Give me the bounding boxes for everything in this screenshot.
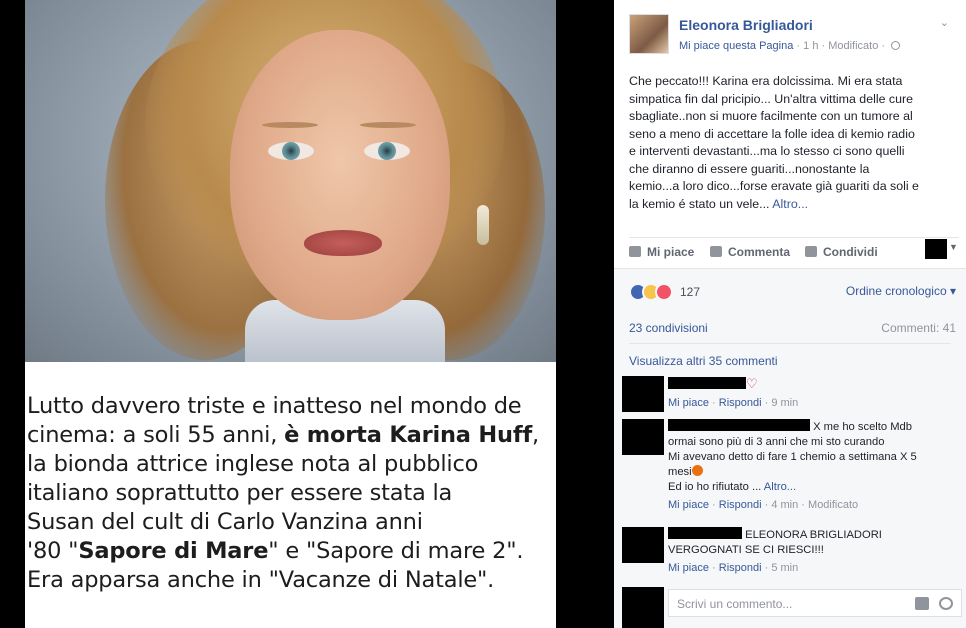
angry-emoji-icon [691,465,703,476]
comment-input[interactable]: Scrivi un commento... [668,589,962,617]
reactions-count: 127 [680,285,701,299]
post-actions: Mi piace Commenta Condividi ▼ [629,237,959,265]
author-name[interactable]: Eleonora Brigliadori [679,17,813,33]
like-button[interactable]: Mi piace [629,245,694,259]
caption-line: italiano soprattutto per essere stata la [27,480,453,506]
caption-line: Era apparsa anche in "Vacanze di Natale"… [27,567,495,593]
caption-line: '80 "Sapore di Mare" e "Sapore di mare 2… [27,538,524,564]
chevron-down-icon: ▾ [949,284,956,298]
commenter-name[interactable] [668,527,742,539]
comment-see-more-link[interactable]: Altro... [764,481,796,493]
comment-like-link[interactable]: Mi piace [668,499,709,511]
shares-link[interactable]: 23 condivisioni [629,321,708,335]
comment-time[interactable]: 5 min [771,562,798,574]
commenter-name[interactable] [668,377,746,389]
caption-line: la bionda attrice inglese nota al pubbli… [27,451,479,477]
comment-edited-label[interactable]: Modificato [808,499,858,511]
camera-icon[interactable] [915,597,929,610]
post-meta: Mi piace questa Pagina · 1 h · Modificat… [679,40,901,52]
author-avatar[interactable] [629,14,669,54]
share-as-menu[interactable]: ▼ [925,239,959,259]
love-reaction-icon [655,283,673,301]
feedback-area: 127 Ordine cronologico ▾ 23 condivisioni… [614,268,966,628]
commenter-avatar[interactable] [622,527,664,563]
comment-order-dropdown[interactable]: Ordine cronologico ▾ [846,284,956,298]
like-icon [629,246,641,257]
actress-portrait-image [25,0,556,362]
photo-caption: Lutto davvero triste e inatteso nel mond… [27,392,556,595]
chevron-down-icon[interactable]: ⌄ [940,16,949,29]
caption-line: cinema: a soli 55 anni, è morta Karina H… [27,422,539,448]
comments-count: Commenti: 41 [881,321,956,335]
comment-reply-link[interactable]: Rispondi [719,562,762,574]
globe-icon [891,41,901,50]
post-panel: Eleonora Brigliadori Mi piace questa Pag… [614,0,966,628]
comment-composer: Scrivi un commento... [622,587,962,628]
comment-like-link[interactable]: Mi piace [668,562,709,574]
commenter-name[interactable] [668,419,810,431]
emoji-icon[interactable] [939,597,953,610]
commenter-avatar[interactable] [622,376,664,412]
comment-actions: Mi piace · Rispondi · 4 min · Modificato [668,499,859,511]
chevron-down-icon: ▼ [949,242,958,252]
like-page-link[interactable]: Mi piace questa Pagina [679,40,793,52]
share-icon [805,246,817,257]
comment-actions: Mi piace · Rispondi · 5 min [668,562,799,574]
see-more-link[interactable]: Altro... [772,197,808,211]
edited-label[interactable]: Modificato [828,40,878,52]
comment-reply-link[interactable]: Rispondi [719,499,762,511]
caption-line: Susan del cult di Carlo Vanzina anni [27,509,423,535]
comment-reply-link[interactable]: Rispondi [719,397,762,409]
heart-icon: ♡ [746,376,758,391]
divider [629,343,951,344]
shared-photo-card[interactable]: Lutto davvero triste e inatteso nel mond… [25,0,556,628]
commenter-avatar[interactable] [622,419,664,455]
view-more-comments-link[interactable]: Visualizza altri 35 commenti [629,354,778,368]
comment-actions: Mi piace · Rispondi · 9 min [668,397,799,409]
comment-time[interactable]: 9 min [771,397,798,409]
caption-line: Lutto davvero triste e inatteso nel mond… [27,393,522,419]
post-time[interactable]: 1 h [803,40,818,52]
comment-time[interactable]: 4 min [771,499,798,511]
comment-like-link[interactable]: Mi piace [668,397,709,409]
post-header: Eleonora Brigliadori Mi piace questa Pag… [629,14,959,56]
comment-icon [710,246,722,257]
share-button[interactable]: Condividi [805,245,878,259]
photo-viewer: Lutto davvero triste e inatteso nel mond… [0,0,614,628]
current-user-avatar [622,587,664,628]
post-text: Che peccato!!! Karina era dolcissima. Mi… [629,74,919,211]
